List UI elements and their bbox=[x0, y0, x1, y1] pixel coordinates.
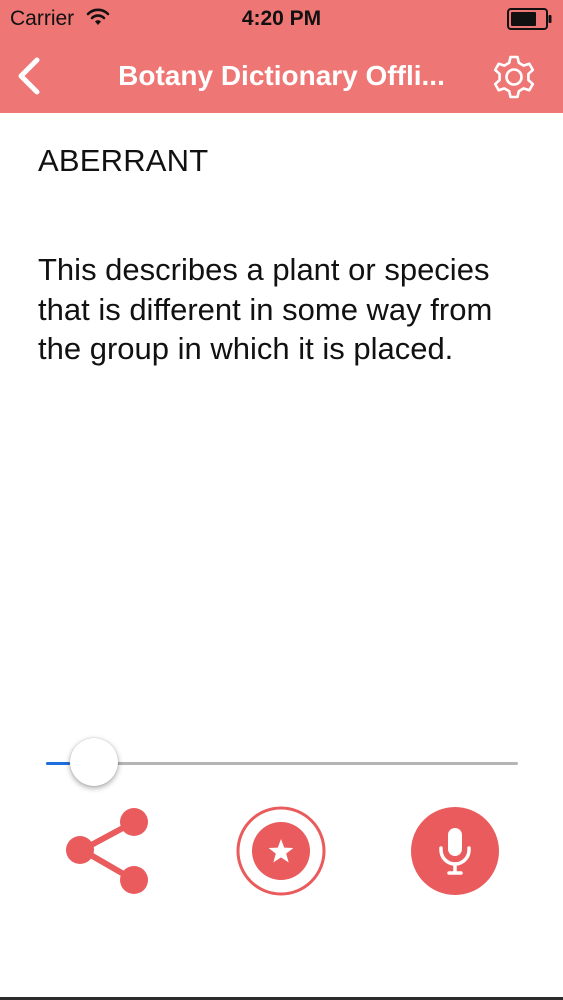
back-button[interactable] bbox=[6, 51, 52, 101]
microphone-icon[interactable] bbox=[410, 806, 500, 896]
status-time: 4:20 PM bbox=[241, 7, 322, 30]
status-bar: Carrier 4:20 PM bbox=[0, 0, 563, 38]
slider-fill bbox=[46, 762, 70, 765]
navigation-bar: Botany Dictionary Offli... bbox=[0, 38, 563, 113]
definition-text: This describes a plant or species that i… bbox=[38, 252, 493, 366]
gear-icon[interactable] bbox=[490, 53, 538, 101]
star-icon[interactable] bbox=[236, 806, 326, 896]
battery-icon bbox=[507, 8, 552, 30]
audio-progress-slider[interactable] bbox=[46, 737, 518, 789]
share-icon[interactable] bbox=[64, 806, 154, 896]
term-heading: ABERRANT bbox=[38, 143, 209, 178]
slider-thumb[interactable] bbox=[69, 738, 118, 786]
page-title: Botany Dictionary Offli... bbox=[118, 60, 445, 91]
header: Carrier 4:20 PM Botany Dictionary Offli.… bbox=[0, 0, 563, 113]
